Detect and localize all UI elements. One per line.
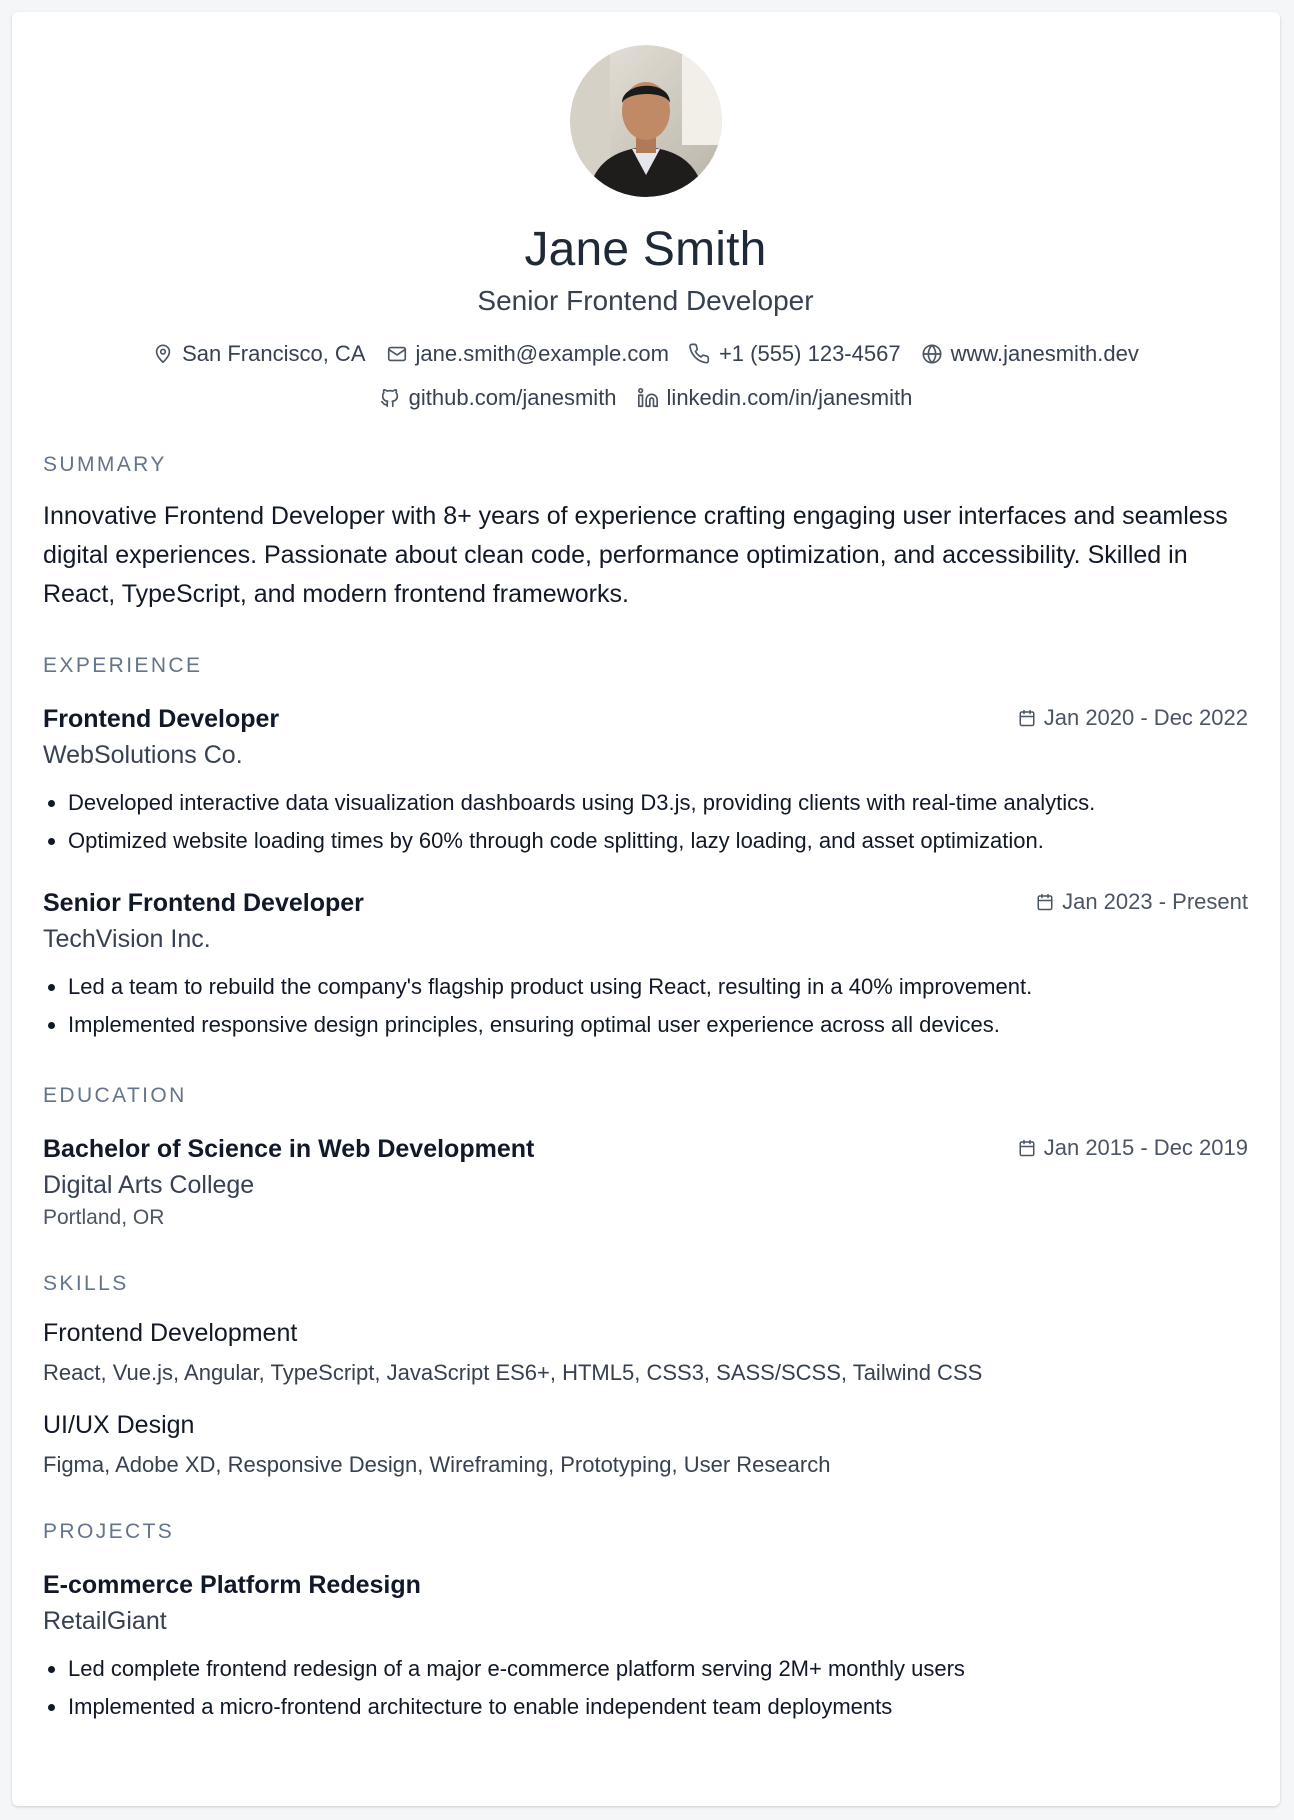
project-bullets: Led complete frontend redesign of a majo… (43, 1650, 1248, 1726)
calendar-icon (1019, 1139, 1035, 1157)
skill-category: UI/UX Design (43, 1411, 195, 1439)
list-item: Implemented responsive design principles… (68, 1006, 1248, 1044)
skill-items: Figma, Adobe XD, Responsive Design, Wire… (43, 1452, 831, 1477)
project-entry: E-commerce Platform Redesign RetailGiant… (43, 1568, 1248, 1726)
job-bullets: Led a team to rebuild the company's flag… (43, 968, 1248, 1044)
list-item: Led complete frontend redesign of a majo… (68, 1650, 1248, 1688)
school-location: Portland, OR (43, 1206, 165, 1229)
company-name: TechVision Inc. (43, 925, 211, 953)
section-heading-skills: SKILLS (43, 1272, 129, 1295)
globe-icon (922, 344, 942, 364)
calendar-icon (1019, 709, 1035, 727)
skills-section: SKILLS Frontend Development React, Vue.j… (43, 1270, 1248, 1480)
map-pin-icon (155, 344, 171, 364)
avatar (569, 45, 722, 197)
contact-linkedin[interactable]: linkedin.com/in/janesmith (637, 383, 913, 413)
resume-header: Jane Smith Senior Frontend Developer San… (43, 45, 1248, 413)
job-dates-text: Jan 2020 - Dec 2022 (1043, 705, 1248, 730)
phone-text[interactable]: +1 (555) 123-4567 (719, 339, 901, 369)
job-dates: Jan 2023 - Present (1036, 887, 1248, 917)
job-dates-text: Jan 2023 - Present (1062, 889, 1248, 914)
contact-phone[interactable]: +1 (555) 123-4567 (689, 339, 901, 369)
company-name: WebSolutions Co. (43, 741, 243, 769)
mail-icon (387, 346, 406, 362)
education-dates: Jan 2015 - Dec 2019 (1018, 1133, 1248, 1163)
phone-icon (689, 343, 710, 364)
calendar-icon (1037, 893, 1053, 911)
contact-github[interactable]: github.com/janesmith (379, 383, 617, 413)
resume-card: Jane Smith Senior Frontend Developer San… (12, 12, 1280, 1806)
section-heading-education: EDUCATION (43, 1084, 187, 1107)
linkedin-icon (637, 388, 658, 408)
skill-category: Frontend Development (43, 1319, 298, 1347)
section-heading-summary: SUMMARY (43, 453, 167, 476)
linkedin-text[interactable]: linkedin.com/in/janesmith (667, 383, 913, 413)
summary-section: SUMMARY Innovative Frontend Developer wi… (43, 451, 1248, 614)
list-item: Implemented a micro-frontend architectur… (68, 1688, 1248, 1726)
projects-section: PROJECTS E-commerce Platform Redesign Re… (43, 1518, 1248, 1726)
experience-section: EXPERIENCE Frontend Developer Jan 2020 -… (43, 652, 1248, 1044)
project-name: E-commerce Platform Redesign (43, 1571, 421, 1599)
candidate-name: Jane Smith (524, 223, 767, 276)
education-entry: Bachelor of Science in Web Development J… (43, 1132, 1248, 1232)
contact-list: San Francisco, CA jane.smith@example.com… (43, 339, 1248, 413)
email-text[interactable]: jane.smith@example.com (416, 339, 669, 369)
education-section: EDUCATION Bachelor of Science in Web Dev… (43, 1082, 1248, 1232)
list-item: Led a team to rebuild the company's flag… (68, 968, 1248, 1006)
skill-items: React, Vue.js, Angular, TypeScript, Java… (43, 1360, 983, 1385)
experience-entry: Frontend Developer Jan 2020 - Dec 2022 W… (43, 702, 1248, 860)
degree-name: Bachelor of Science in Web Development (43, 1135, 535, 1163)
job-role: Frontend Developer (43, 705, 280, 733)
website-text[interactable]: www.janesmith.dev (951, 339, 1139, 369)
experience-entry: Senior Frontend Developer Jan 2023 - Pre… (43, 886, 1248, 1044)
project-client: RetailGiant (43, 1607, 167, 1635)
job-dates: Jan 2020 - Dec 2022 (1018, 703, 1248, 733)
list-item: Developed interactive data visualization… (68, 784, 1248, 822)
contact-website[interactable]: www.janesmith.dev (921, 339, 1139, 369)
list-item: Optimized website loading times by 60% t… (68, 822, 1248, 860)
location-text: San Francisco, CA (182, 341, 366, 366)
section-heading-projects: PROJECTS (43, 1520, 175, 1543)
candidate-title: Senior Frontend Developer (477, 285, 814, 316)
contact-email[interactable]: jane.smith@example.com (386, 339, 669, 369)
job-role: Senior Frontend Developer (43, 889, 364, 917)
job-bullets: Developed interactive data visualization… (43, 784, 1248, 860)
section-heading-experience: EXPERIENCE (43, 654, 203, 677)
school-name: Digital Arts College (43, 1171, 255, 1199)
contact-location: San Francisco, CA (152, 339, 366, 369)
github-icon (380, 388, 398, 408)
education-dates-text: Jan 2015 - Dec 2019 (1043, 1135, 1248, 1160)
summary-text: Innovative Frontend Developer with 8+ ye… (43, 502, 1228, 608)
github-text[interactable]: github.com/janesmith (409, 383, 617, 413)
